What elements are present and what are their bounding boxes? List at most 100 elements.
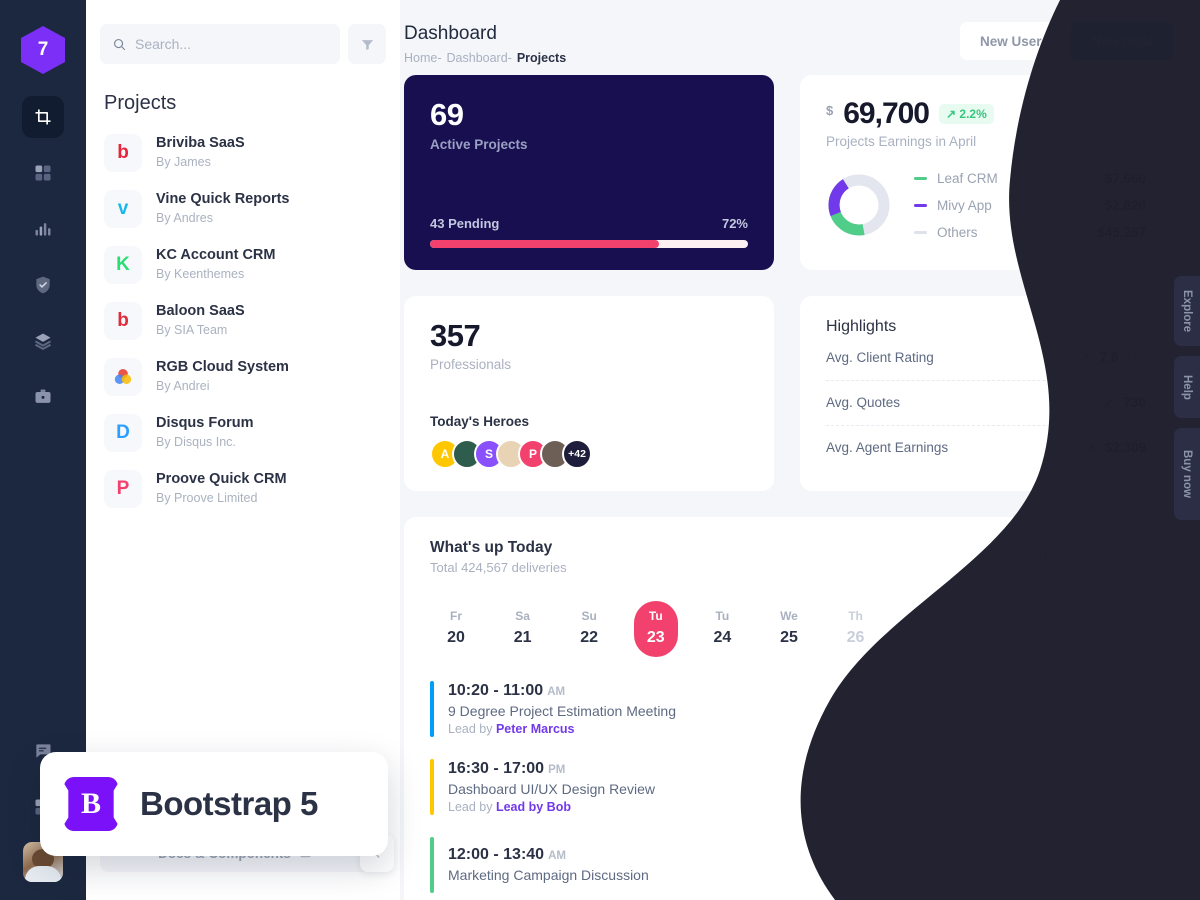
- legend-row: Mivy App $2,820: [914, 198, 1146, 213]
- currency-symbol: $: [826, 102, 834, 118]
- day-of-week: Sa: [981, 608, 997, 623]
- main-content: Dashboard Home- Dashboard- Projects New …: [400, 0, 1200, 900]
- event-name: Dashboard UI/UX Design Review: [448, 780, 655, 797]
- event-view-button[interactable]: View: [1078, 847, 1148, 882]
- new-goal-button[interactable]: New Goal: [1071, 22, 1173, 60]
- active-projects-card: 69 Active Projects 43 Pending 72%: [404, 74, 774, 270]
- project-logo-mark: K: [116, 254, 130, 275]
- shield-check-icon: [36, 276, 50, 294]
- project-logo: [104, 358, 142, 396]
- day-of-week: Sa: [515, 608, 530, 623]
- project-owner: By Keenthemes: [156, 267, 245, 282]
- day-of-week: Su: [581, 608, 597, 623]
- event-lead-name[interactable]: Lead by Bob: [496, 800, 571, 814]
- project-name: Proove Quick CRM: [156, 471, 287, 488]
- earnings-card: $ 69,700 ↗ 2.2% Projects Earnings in Apr…: [800, 74, 1170, 270]
- list-item[interactable]: v Vine Quick Reports By Andres: [104, 181, 400, 237]
- rail-item-dashboard[interactable]: [22, 152, 64, 194]
- rail-item-layers[interactable]: [22, 320, 64, 362]
- edge-tab-help[interactable]: Help: [1174, 356, 1200, 418]
- event-ampm: AM: [547, 685, 566, 698]
- cards-row-2: 357 Professionals Today's Heroes A S P +…: [400, 270, 1200, 491]
- breadcrumb-item-projects: Projects: [516, 50, 567, 65]
- event-view-button[interactable]: View: [1078, 691, 1148, 726]
- search-box[interactable]: [100, 24, 340, 64]
- day-of-week: Fr: [450, 608, 462, 623]
- highlight-number: $2,309: [1104, 440, 1146, 456]
- event-color-bar: [430, 836, 434, 893]
- calendar-day-selected[interactable]: Tu 23: [633, 600, 678, 657]
- edge-tab-explore[interactable]: Explore: [1174, 276, 1200, 346]
- list-item[interactable]: K KC Account CRM By Keenthemes: [104, 237, 400, 293]
- event-view-button[interactable]: View: [1078, 769, 1148, 804]
- search-input[interactable]: [135, 36, 328, 52]
- list-item[interactable]: b Baloon SaaS By SIA Team: [104, 293, 400, 349]
- event-lead-prefix: Lead by: [448, 721, 496, 736]
- day-number: 20: [447, 628, 465, 646]
- list-item[interactable]: b Briviba SaaS By James: [104, 125, 400, 181]
- project-owner: By Disqus Inc.: [156, 435, 236, 450]
- event-lead: Lead by Lead by Bob: [448, 800, 655, 814]
- legend-label: Mivy App: [937, 197, 992, 213]
- bootstrap-badge-card: B Bootstrap 5: [40, 752, 388, 856]
- project-name: RGB Cloud System: [156, 359, 289, 376]
- project-logo: K: [104, 246, 142, 284]
- calendar-day[interactable]: Tu 24: [700, 601, 744, 657]
- highlight-value: ↙ 730: [1104, 395, 1146, 411]
- active-projects-progress-row: 43 Pending 72%: [430, 216, 748, 231]
- rail-icon-list: [22, 96, 64, 418]
- calendar-day[interactable]: Su 29: [1033, 601, 1077, 657]
- highlight-number: 7.8: [1099, 350, 1119, 366]
- whats-up-header: What's up Today Total 424,567 deliveries…: [430, 538, 1148, 575]
- day-of-week: Tu: [648, 608, 663, 623]
- list-item: 12:00 - 13:40 AM Marketing Campaign Discu…: [430, 836, 1148, 893]
- earnings-subtitle: Projects Earnings in April: [826, 133, 977, 149]
- app-logo[interactable]: 7: [21, 26, 65, 74]
- legend-value: $7,660: [1104, 170, 1146, 186]
- arrow-down-icon: ↙: [1103, 394, 1115, 410]
- legend-label: Leaf CRM: [937, 170, 998, 186]
- progress-fill: [430, 239, 659, 248]
- event-lead-name[interactable]: Peter Marcus: [496, 722, 575, 736]
- calendar-day[interactable]: Sa 28: [967, 601, 1011, 657]
- active-projects-label: Active Projects: [430, 136, 528, 152]
- earnings-legend: Leaf CRM $7,660 Mivy App $2,820 Others $…: [914, 171, 1146, 240]
- rail-item-security[interactable]: [22, 264, 64, 306]
- calendar-day[interactable]: Fr 20: [434, 601, 478, 657]
- list-item[interactable]: RGB Cloud System By Andrei: [104, 349, 400, 405]
- legend-swatch: [914, 203, 927, 207]
- project-name: Briviba SaaS: [156, 135, 245, 152]
- project-logo-mark: b: [117, 310, 129, 331]
- new-user-button[interactable]: New User: [959, 22, 1062, 60]
- calendar-day[interactable]: Mo 30: [1100, 601, 1144, 657]
- project-name: KC Account CRM: [156, 247, 276, 264]
- edge-tab-buy-now[interactable]: Buy now: [1174, 428, 1200, 520]
- calendar-day[interactable]: Su 22: [567, 601, 611, 657]
- rail-item-briefcase[interactable]: [22, 376, 64, 418]
- event-ampm: AM: [548, 850, 566, 863]
- breadcrumb: Home- Dashboard- Projects: [404, 51, 566, 65]
- avatar-more[interactable]: +42: [562, 438, 592, 469]
- filter-button[interactable]: [348, 24, 386, 64]
- event-time: 16:30 - 17:00: [448, 759, 545, 777]
- day-of-week: Tu: [715, 608, 730, 623]
- breadcrumb-item-home[interactable]: Home-: [404, 51, 442, 65]
- calendar-day[interactable]: Sa 21: [501, 601, 545, 657]
- list-item[interactable]: D Disqus Forum By Disqus Inc.: [104, 405, 400, 461]
- calendar-day[interactable]: Th 26: [834, 601, 878, 657]
- rail-item-crop[interactable]: [22, 96, 64, 138]
- cards-row-1: 69 Active Projects 43 Pending 72% $ 69,7…: [400, 65, 1200, 270]
- professionals-count: 357: [430, 317, 481, 353]
- project-name: Vine Quick Reports: [156, 191, 290, 208]
- event-lead-prefix: Lead by: [448, 799, 496, 814]
- calendar-day[interactable]: Fri 27: [900, 601, 944, 657]
- rail-item-analytics[interactable]: [22, 208, 64, 250]
- calendar-day[interactable]: We 25: [767, 601, 811, 657]
- earnings-body: Leaf CRM $7,660 Mivy App $2,820 Others $…: [826, 171, 1146, 240]
- legend-swatch: [914, 230, 927, 234]
- breadcrumb-item-dashboard[interactable]: Dashboard-: [447, 51, 512, 65]
- list-item[interactable]: P Proove Quick CRM By Proove Limited: [104, 461, 400, 517]
- heroes-label: Today's Heroes: [430, 413, 529, 429]
- report-center-button[interactable]: Report Cecnter: [1022, 538, 1148, 573]
- earnings-change-value: 2.2%: [959, 106, 987, 121]
